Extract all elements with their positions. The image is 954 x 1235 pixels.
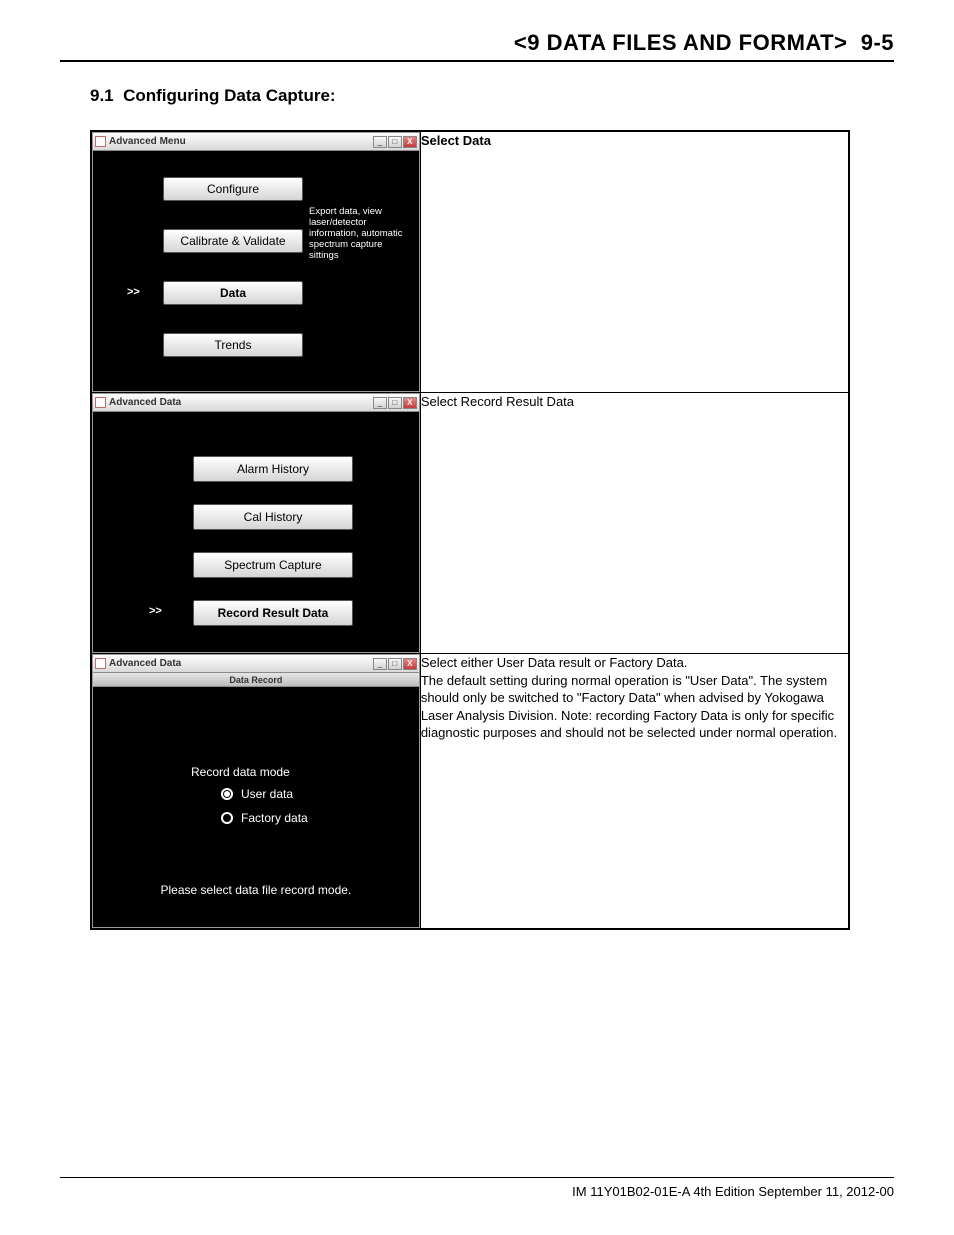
section-title: 9.1 Configuring Data Capture:	[90, 86, 894, 106]
step-description: Select Record Result Data	[421, 394, 574, 409]
steps-table: Advanced Menu _ □ X Configure Calibrate …	[90, 130, 850, 930]
page-header: <9 DATA FILES AND FORMAT> 9-5	[60, 30, 894, 62]
mode-label: Record data mode	[191, 765, 290, 779]
panel-body: Configure Calibrate & Validate Export da…	[93, 151, 419, 391]
record-result-data-button[interactable]: Record Result Data	[193, 600, 353, 626]
page-number: 9-5	[861, 30, 894, 55]
window-data-record: Advanced Data _ □ X Data Record Record d…	[92, 654, 420, 928]
panel-body: Record data mode User data Factory data …	[93, 687, 419, 927]
section-number: 9.1	[90, 86, 114, 105]
window-controls: _ □ X	[373, 136, 417, 148]
close-icon[interactable]: X	[403, 397, 417, 409]
chapter-name: <9 DATA FILES AND FORMAT>	[514, 30, 848, 55]
app-icon	[95, 136, 106, 147]
window-advanced-menu: Advanced Menu _ □ X Configure Calibrate …	[92, 132, 420, 392]
selection-pointer: >>	[149, 605, 162, 617]
maximize-icon[interactable]: □	[388, 397, 402, 409]
page-footer: IM 11Y01B02-01E-A 4th Edition September …	[60, 1177, 894, 1199]
factory-data-option[interactable]: Factory data	[221, 811, 308, 825]
screenshot-cell: Advanced Data _ □ X Alarm History Cal Hi…	[91, 393, 420, 654]
cal-history-button[interactable]: Cal History	[193, 504, 353, 530]
description-cell: Select Record Result Data	[420, 393, 849, 654]
chapter-title: <9 DATA FILES AND FORMAT> 9-5	[514, 30, 894, 55]
spectrum-capture-button[interactable]: Spectrum Capture	[193, 552, 353, 578]
step-description: Select Data	[421, 133, 491, 148]
description-cell: Select Data	[420, 131, 849, 393]
subtitle-bar: Data Record	[93, 673, 419, 687]
minimize-icon[interactable]: _	[373, 658, 387, 670]
user-data-option[interactable]: User data	[221, 787, 293, 801]
close-icon[interactable]: X	[403, 658, 417, 670]
calibrate-validate-button[interactable]: Calibrate & Validate	[163, 229, 303, 253]
table-row: Advanced Menu _ □ X Configure Calibrate …	[91, 131, 849, 393]
window-advanced-data: Advanced Data _ □ X Alarm History Cal Hi…	[92, 393, 420, 653]
panel-body: Alarm History Cal History Spectrum Captu…	[93, 412, 419, 652]
maximize-icon[interactable]: □	[388, 136, 402, 148]
table-row: Advanced Data _ □ X Alarm History Cal Hi…	[91, 393, 849, 654]
radio-icon	[221, 788, 233, 800]
description-cell: Select either User Data result or Factor…	[420, 654, 849, 930]
window-controls: _ □ X	[373, 397, 417, 409]
footer-text: IM 11Y01B02-01E-A 4th Edition September …	[572, 1184, 894, 1199]
option-label: User data	[241, 787, 293, 801]
close-icon[interactable]: X	[403, 136, 417, 148]
screenshot-cell: Advanced Menu _ □ X Configure Calibrate …	[91, 131, 420, 393]
radio-icon	[221, 812, 233, 824]
option-label: Factory data	[241, 811, 308, 825]
table-row: Advanced Data _ □ X Data Record Record d…	[91, 654, 849, 930]
minimize-icon[interactable]: _	[373, 136, 387, 148]
maximize-icon[interactable]: □	[388, 658, 402, 670]
step-description: Select either User Data result or Factor…	[421, 655, 837, 740]
app-icon	[95, 397, 106, 408]
titlebar: Advanced Data _ □ X	[93, 394, 419, 412]
helper-text: Export data, view laser/detector informa…	[309, 207, 409, 262]
titlebar: Advanced Data _ □ X	[93, 655, 419, 673]
window-title: Advanced Data	[109, 658, 370, 669]
trends-button[interactable]: Trends	[163, 333, 303, 357]
data-button[interactable]: Data	[163, 281, 303, 305]
titlebar: Advanced Menu _ □ X	[93, 133, 419, 151]
app-icon	[95, 658, 106, 669]
configure-button[interactable]: Configure	[163, 177, 303, 201]
alarm-history-button[interactable]: Alarm History	[193, 456, 353, 482]
window-controls: _ □ X	[373, 658, 417, 670]
section-name: Configuring Data Capture:	[123, 86, 336, 105]
minimize-icon[interactable]: _	[373, 397, 387, 409]
selection-pointer: >>	[127, 286, 140, 298]
window-title: Advanced Menu	[109, 136, 370, 147]
prompt-text: Please select data file record mode.	[93, 883, 419, 897]
screenshot-cell: Advanced Data _ □ X Data Record Record d…	[91, 654, 420, 930]
window-title: Advanced Data	[109, 397, 370, 408]
